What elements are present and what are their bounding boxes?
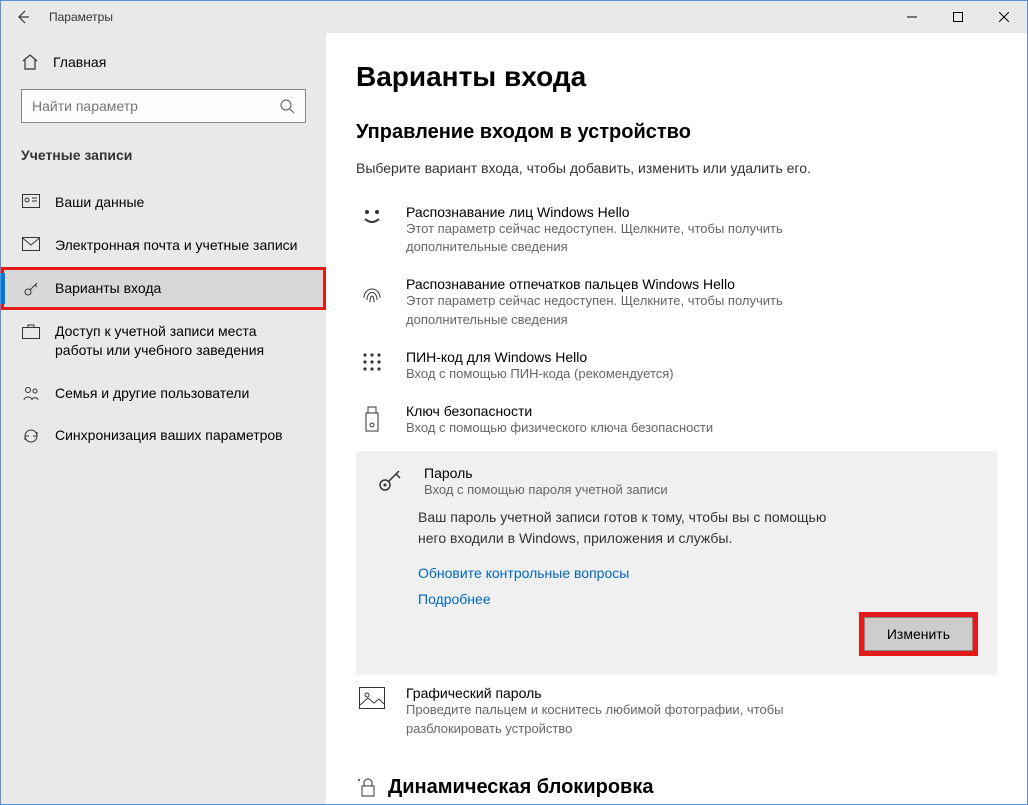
page-title: Варианты входа (356, 61, 997, 93)
fingerprint-icon (356, 276, 388, 328)
option-title: ПИН-код для Windows Hello (406, 349, 674, 365)
option-picture-password[interactable]: Графический пароль Проведите пальцем и к… (356, 675, 997, 747)
option-desc: Этот параметр сейчас недоступен. Щелкнит… (406, 292, 826, 328)
change-button-highlight: Изменить (864, 617, 973, 651)
sidebar-item-label: Семья и другие пользователи (55, 384, 249, 403)
option-face[interactable]: Распознавание лиц Windows Hello Этот пар… (356, 194, 997, 266)
option-title: Пароль (424, 465, 668, 481)
sync-icon (21, 426, 41, 445)
option-title: Ключ безопасности (406, 403, 713, 419)
change-password-button[interactable]: Изменить (864, 617, 973, 651)
people-icon (21, 384, 41, 401)
home-icon (21, 53, 39, 71)
sidebar-item-label: Варианты входа (55, 279, 161, 298)
sidebar-item-work-access[interactable]: Доступ к учетной записи места работы или… (1, 310, 326, 372)
back-button[interactable] (1, 1, 45, 33)
sidebar-home-label: Главная (53, 54, 106, 70)
sidebar-item-label: Электронная почта и учетные записи (55, 236, 297, 255)
arrow-left-icon (15, 9, 31, 25)
sidebar-item-your-info[interactable]: Ваши данные (1, 181, 326, 224)
search-icon (279, 98, 295, 114)
sidebar-item-family[interactable]: Семья и другие пользователи (1, 372, 326, 415)
keypad-icon (356, 349, 388, 383)
option-desc: Вход с помощью пароля учетной записи (424, 481, 668, 499)
option-title: Распознавание отпечатков пальцев Windows… (406, 276, 826, 292)
briefcase-icon (21, 322, 41, 339)
option-password-expanded: Пароль Вход с помощью пароля учетной зап… (356, 451, 997, 675)
option-fingerprint[interactable]: Распознавание отпечатков пальцев Windows… (356, 266, 997, 338)
sidebar: Главная Учетные записи Ваши данные Элект… (1, 33, 326, 804)
password-note: Ваш пароль учетной записи готов к тому, … (418, 507, 838, 549)
option-desc: Этот параметр сейчас недоступен. Щелкнит… (406, 220, 826, 256)
lock-sparkle-icon (356, 776, 378, 798)
key-icon (21, 279, 41, 298)
sidebar-item-sync[interactable]: Синхронизация ваших параметров (1, 414, 326, 457)
close-button[interactable] (981, 1, 1027, 33)
titlebar: Параметры (1, 1, 1027, 33)
option-desc: Проведите пальцем и коснитесь любимой фо… (406, 701, 826, 737)
sidebar-item-label: Ваши данные (55, 193, 144, 212)
face-icon (356, 204, 388, 256)
option-title: Распознавание лиц Windows Hello (406, 204, 826, 220)
dynamic-lock-heading: Динамическая блокировка (356, 776, 997, 799)
usb-key-icon (356, 403, 388, 437)
sidebar-item-label: Доступ к учетной записи места работы или… (55, 322, 306, 360)
sidebar-item-email[interactable]: Электронная почта и учетные записи (1, 224, 326, 267)
update-questions-link[interactable]: Обновите контрольные вопросы (418, 565, 979, 581)
sidebar-item-label: Синхронизация ваших параметров (55, 426, 283, 445)
maximize-button[interactable] (935, 1, 981, 33)
sidebar-section-header: Учетные записи (1, 147, 326, 181)
maximize-icon (953, 12, 963, 22)
sidebar-item-signin-options[interactable]: Варианты входа (1, 267, 326, 310)
id-card-icon (21, 193, 41, 208)
search-input-wrap[interactable] (21, 89, 306, 123)
section-subtitle: Выберите вариант входа, чтобы добавить, … (356, 160, 997, 176)
sidebar-home[interactable]: Главная (1, 45, 326, 89)
learn-more-link[interactable]: Подробнее (418, 591, 979, 607)
picture-icon (356, 685, 388, 737)
content-area: Варианты входа Управление входом в устро… (326, 33, 1027, 804)
key-icon (374, 465, 406, 499)
option-security-key[interactable]: Ключ безопасности Вход с помощью физичес… (356, 393, 997, 447)
close-icon (999, 12, 1009, 22)
option-title: Графический пароль (406, 685, 826, 701)
option-password[interactable]: Пароль Вход с помощью пароля учетной зап… (374, 465, 979, 499)
option-desc: Вход с помощью физического ключа безопас… (406, 419, 713, 437)
option-pin[interactable]: ПИН-код для Windows Hello Вход с помощью… (356, 339, 997, 393)
section-title: Управление входом в устройство (356, 121, 997, 144)
dynamic-lock-label: Динамическая блокировка (388, 776, 653, 799)
minimize-button[interactable] (889, 1, 935, 33)
window-title: Параметры (49, 10, 113, 24)
option-desc: Вход с помощью ПИН-кода (рекомендуется) (406, 365, 674, 383)
mail-icon (21, 236, 41, 251)
search-input[interactable] (32, 98, 279, 114)
minimize-icon (907, 12, 917, 22)
